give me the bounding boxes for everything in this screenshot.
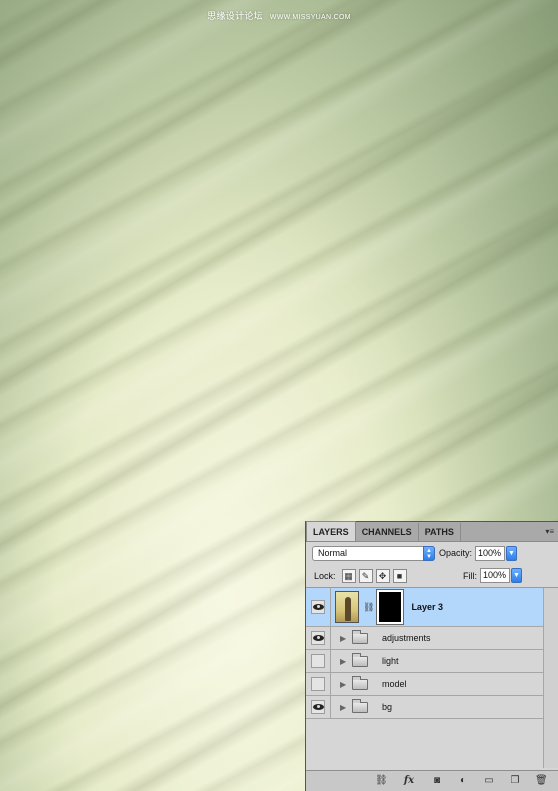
lock-row: Lock: ▦ ✎ ✥ ■ Fill: 100% ▼ xyxy=(306,564,558,588)
group-name: model xyxy=(382,679,407,689)
adjustment-layer-icon[interactable]: ◐ xyxy=(457,775,469,787)
expand-arrow-icon[interactable]: ▶ xyxy=(340,680,348,689)
opacity-input[interactable]: 100% xyxy=(475,545,506,561)
folder-icon xyxy=(352,675,368,690)
layer-row-light[interactable]: ▶ light xyxy=(306,650,558,673)
chain-link-icon[interactable]: ⛓ xyxy=(363,602,374,613)
lock-position-icon[interactable]: ✥ xyxy=(375,568,390,583)
layer-row-layer-3[interactable]: ⛓ Layer 3 xyxy=(306,588,558,627)
layers-list: ⛓ Layer 3 ▶ adjustments ▶ light ▶ model … xyxy=(306,588,558,768)
group-name: light xyxy=(382,656,399,666)
layers-panel: LAYERS CHANNELS PATHS ▾≡ Normal ▲ ▼ Opaci… xyxy=(305,521,558,791)
expand-arrow-icon[interactable]: ▶ xyxy=(340,703,348,712)
lock-transparency-icon[interactable]: ▦ xyxy=(341,568,356,583)
blend-mode-value: Normal xyxy=(318,547,348,558)
fill-label: Fill: xyxy=(463,570,477,581)
layers-scrollbar[interactable] xyxy=(543,588,558,768)
tab-paths[interactable]: PATHS xyxy=(419,523,461,541)
new-group-icon[interactable]: ▭ xyxy=(483,775,495,787)
lock-image-icon[interactable]: ✎ xyxy=(358,568,373,583)
layer-thumbnail[interactable] xyxy=(335,591,359,623)
fill-input[interactable]: 100% xyxy=(480,568,510,583)
lock-all-icon[interactable]: ■ xyxy=(392,568,407,583)
layer-row-adjustments[interactable]: ▶ adjustments xyxy=(306,627,558,650)
eye-icon xyxy=(311,600,325,614)
group-name: bg xyxy=(382,702,393,712)
expand-arrow-icon[interactable]: ▶ xyxy=(340,634,348,643)
visibility-toggle[interactable] xyxy=(306,588,331,626)
group-name: adjustments xyxy=(382,633,431,643)
folder-icon xyxy=(352,629,368,644)
visibility-toggle[interactable] xyxy=(306,673,331,695)
updown-arrows-icon[interactable]: ▲ ▼ xyxy=(423,545,435,561)
panel-tab-bar: LAYERS CHANNELS PATHS ▾≡ xyxy=(306,521,558,542)
visibility-toggle[interactable] xyxy=(306,696,331,718)
visibility-toggle[interactable] xyxy=(306,627,331,649)
eye-icon xyxy=(311,631,325,645)
layer-row-bg[interactable]: ▶ bg xyxy=(306,696,558,719)
layer-mask-thumbnail[interactable] xyxy=(376,589,405,625)
opacity-label: Opacity: xyxy=(439,548,473,558)
tab-layers[interactable]: LAYERS xyxy=(306,521,356,541)
panel-bottom-bar: ⛓ fx ◙ ◐ ▭ ❐ 🗑 xyxy=(306,770,558,791)
folder-icon xyxy=(352,652,368,667)
expand-arrow-icon[interactable]: ▶ xyxy=(340,657,348,666)
fill-group: Fill: 100% ▼ xyxy=(459,568,558,583)
layer-row-model[interactable]: ▶ model xyxy=(306,673,558,696)
blend-row: Normal ▲ ▼ Opacity: 100% ▼ xyxy=(306,542,558,564)
panel-menu-icon[interactable]: ▾≡ xyxy=(545,527,554,536)
watermark-url: WWW.MISSYUAN.COM xyxy=(269,14,351,21)
watermark-text: 思缘设计论坛 xyxy=(207,11,263,21)
add-mask-icon[interactable]: ◙ xyxy=(431,775,443,787)
link-layers-icon[interactable]: ⛓ xyxy=(375,775,388,787)
new-layer-icon[interactable]: ❐ xyxy=(509,775,521,787)
opacity-dropdown-button[interactable]: ▼ xyxy=(506,545,518,561)
fx-icon[interactable]: fx xyxy=(401,775,417,787)
trash-icon[interactable]: 🗑 xyxy=(535,775,548,787)
watermark: 思缘设计论坛 WWW.MISSYUAN.COM xyxy=(0,9,558,22)
folder-icon xyxy=(352,698,368,713)
tab-channels[interactable]: CHANNELS xyxy=(356,523,419,541)
eye-icon xyxy=(311,700,325,714)
hidden-eye-box xyxy=(311,677,325,691)
hidden-eye-box xyxy=(311,654,325,668)
layer-name: Layer 3 xyxy=(411,602,443,612)
visibility-toggle[interactable] xyxy=(306,650,331,672)
fill-dropdown-button[interactable]: ▼ xyxy=(511,568,522,583)
blend-mode-select[interactable]: Normal ▲ ▼ xyxy=(312,545,435,561)
lock-label: Lock: xyxy=(314,570,336,581)
